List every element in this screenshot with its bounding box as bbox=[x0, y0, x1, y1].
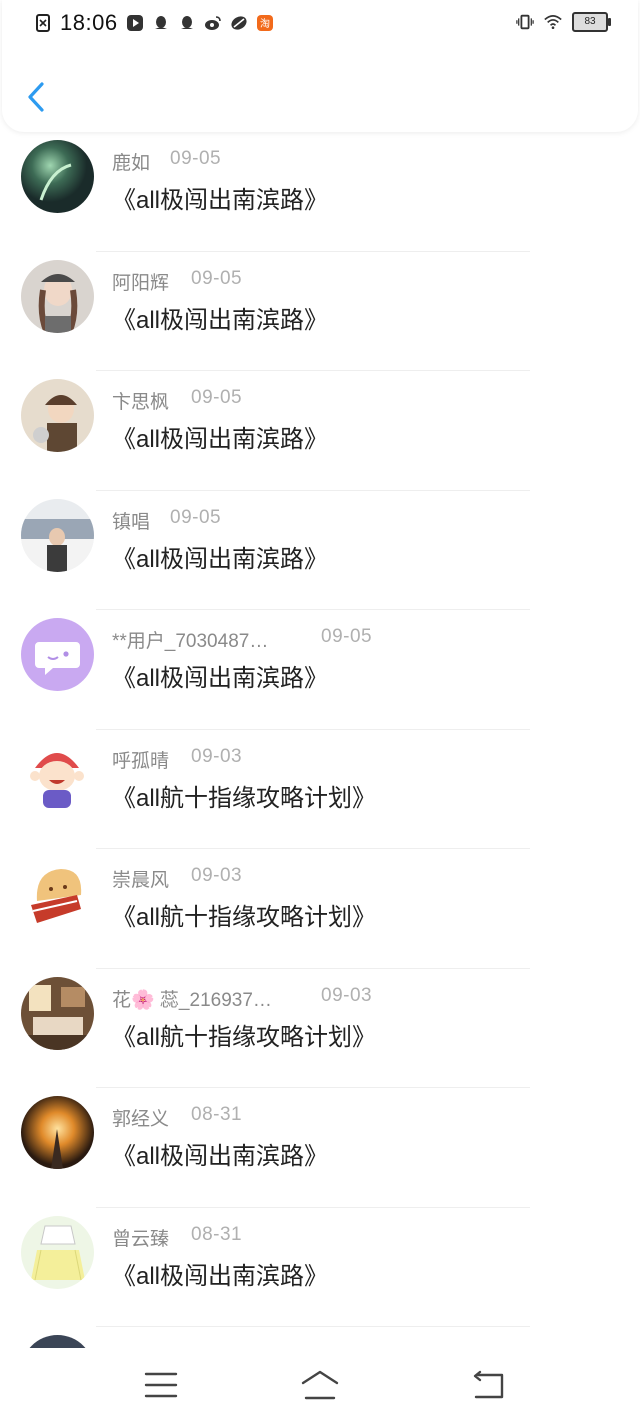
weibo-icon bbox=[204, 16, 221, 30]
user-name: 呼孤晴 bbox=[112, 750, 170, 772]
item-title[interactable]: 《all极闯出南滨路》 bbox=[112, 1256, 328, 1291]
back-button[interactable] bbox=[22, 78, 52, 118]
item-date: 09-03 bbox=[191, 865, 243, 886]
user-name: 镇唱 bbox=[112, 511, 151, 533]
item-title[interactable]: 《all极闯出南滨路》 bbox=[112, 180, 328, 215]
item-date: 09-05 bbox=[321, 626, 373, 647]
list-item[interactable]: 鹿如 09-05 《all极闯出南滨路》 bbox=[0, 132, 640, 252]
list-item[interactable]: 郭经义 08-31 《all极闯出南滨路》 bbox=[0, 1088, 640, 1208]
item-title[interactable]: 《all航十指缘攻略计划》 bbox=[112, 897, 376, 932]
item-date: 09-03 bbox=[321, 984, 373, 1006]
list-item-partial[interactable] bbox=[0, 1327, 640, 1348]
item-title[interactable]: 《all极闯出南滨路》 bbox=[112, 658, 328, 693]
list-item[interactable]: 崇晨风 09-03 《all航十指缘攻略计划》 bbox=[0, 849, 640, 969]
avatar[interactable] bbox=[21, 857, 94, 930]
qq-icon-2 bbox=[180, 16, 193, 29]
avatar[interactable] bbox=[21, 1215, 94, 1289]
chevron-left-icon bbox=[28, 82, 44, 112]
status-left: 18:06 淘 bbox=[34, 10, 274, 36]
item-title[interactable]: 《all极闯出南滨路》 bbox=[112, 419, 328, 454]
user-name: 阿阳辉 bbox=[112, 272, 170, 294]
item-date: 08-31 bbox=[191, 1104, 243, 1125]
qq-icon bbox=[154, 16, 167, 29]
battery-indicator: 83 bbox=[572, 12, 611, 32]
item-date: 09-05 bbox=[170, 148, 222, 169]
user-name: 崇晨风 bbox=[112, 870, 170, 891]
avatar[interactable] bbox=[21, 140, 94, 213]
message-list: 鹿如 09-05 《all极闯出南滨路》 阿阳辉 09-05 《all极闯出南滨… bbox=[0, 132, 640, 1348]
user-name: 卞思枫 bbox=[112, 392, 170, 413]
taobao-icon: 淘 bbox=[256, 15, 273, 31]
item-date: 08-31 bbox=[191, 1223, 243, 1245]
video-icon bbox=[126, 15, 143, 31]
svg-text:淘: 淘 bbox=[260, 17, 270, 30]
avatar[interactable] bbox=[21, 259, 94, 333]
status-time: 18:06 bbox=[60, 10, 118, 35]
list-item[interactable]: **用户_7030487… 09-05 《all极闯出南滨路》 bbox=[0, 610, 640, 730]
item-date: 09-05 bbox=[191, 387, 243, 408]
list-item[interactable]: 卞思枫 09-05 《all极闯出南滨路》 bbox=[0, 371, 640, 491]
status-bar: 18:06 淘 83 bbox=[2, 0, 638, 50]
menu-button[interactable] bbox=[141, 1368, 181, 1402]
list-item[interactable]: 呼孤晴 09-03 《all航十指缘攻略计划》 bbox=[0, 730, 640, 849]
item-title[interactable]: 《all航十指缘攻略计划》 bbox=[112, 778, 376, 813]
avatar[interactable] bbox=[21, 379, 94, 452]
list-item[interactable]: 阿阳辉 09-05 《all极闯出南滨路》 bbox=[0, 252, 640, 371]
avatar[interactable] bbox=[21, 618, 94, 691]
status-right: 83 bbox=[516, 12, 611, 32]
wifi-icon bbox=[544, 15, 562, 30]
navigation-bar bbox=[0, 1348, 640, 1423]
list-item[interactable]: 花🌸 蕊_216937… 09-03 《all航十指缘攻略计划》 bbox=[0, 969, 640, 1088]
item-title[interactable]: 《all极闯出南滨路》 bbox=[112, 300, 328, 335]
screen: 18:06 淘 83 鹿如 09-05 《all极闯出南滨路》 阿阳辉 09-0… bbox=[0, 0, 640, 1423]
back-nav-button[interactable] bbox=[468, 1368, 508, 1402]
user-name: 郭经义 bbox=[112, 1109, 170, 1130]
avatar[interactable] bbox=[21, 498, 94, 572]
user-name: 曾云臻 bbox=[112, 1228, 170, 1250]
item-date: 09-05 bbox=[170, 506, 222, 528]
user-name: **用户_7030487… bbox=[112, 631, 269, 652]
item-title[interactable]: 《all极闯出南滨路》 bbox=[112, 1136, 328, 1171]
home-icon bbox=[301, 1370, 339, 1400]
item-title[interactable]: 《all航十指缘攻略计划》 bbox=[112, 1017, 376, 1052]
home-button[interactable] bbox=[300, 1368, 340, 1402]
item-title[interactable]: 《all极闯出南滨路》 bbox=[112, 539, 328, 574]
list-item[interactable]: 曾云臻 08-31 《all极闯出南滨路》 bbox=[0, 1208, 640, 1327]
app-icon bbox=[231, 16, 247, 30]
item-date: 09-03 bbox=[191, 745, 243, 767]
avatar[interactable] bbox=[21, 1096, 94, 1169]
avatar[interactable] bbox=[21, 976, 94, 1050]
avatar[interactable] bbox=[21, 737, 94, 811]
sim-off-icon bbox=[36, 14, 50, 32]
user-name: 鹿如 bbox=[112, 153, 151, 174]
user-name: 花🌸 蕊_216937… bbox=[112, 989, 272, 1011]
item-date: 09-05 bbox=[191, 267, 243, 289]
header: 18:06 淘 83 bbox=[2, 0, 638, 132]
menu-icon bbox=[144, 1372, 178, 1398]
avatar[interactable] bbox=[21, 1335, 94, 1348]
vibrate-icon bbox=[516, 14, 534, 30]
list-item[interactable]: 镇唱 09-05 《all极闯出南滨路》 bbox=[0, 491, 640, 610]
back-nav-icon bbox=[473, 1370, 504, 1399]
